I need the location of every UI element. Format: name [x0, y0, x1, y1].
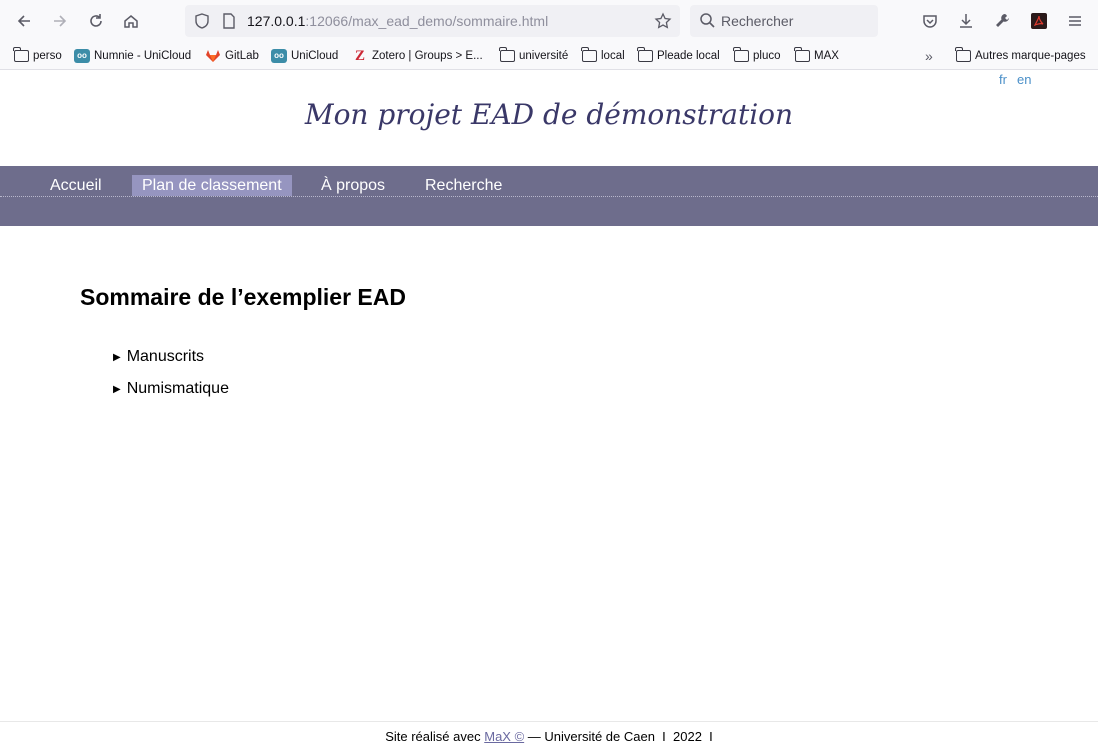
home-icon[interactable]	[119, 9, 143, 33]
forward-icon[interactable]	[48, 9, 72, 33]
chevron-double-right-icon[interactable]: »	[925, 48, 933, 64]
bookmark-pleade-local[interactable]: Pleade local	[637, 47, 720, 65]
footer: Site réalisé avec MaX © — Université de …	[0, 721, 1098, 752]
folder-icon	[794, 47, 810, 63]
bookmark-label: Zotero | Groups > E...	[372, 50, 483, 62]
search-placeholder: Rechercher	[721, 13, 794, 29]
bookmark-label: UniCloud	[291, 50, 339, 62]
page-icon[interactable]	[221, 12, 237, 30]
url-text[interactable]: 127.0.0.1:12066/max_ead_demo/sommaire.ht…	[247, 13, 548, 29]
nextcloud-icon: oo	[74, 49, 90, 63]
nav-item-recherche[interactable]: Recherche	[415, 175, 512, 196]
page-title: Sommaire de l’exemplier EAD	[80, 284, 406, 310]
folder-icon	[581, 47, 597, 63]
pocket-icon[interactable]	[918, 9, 942, 33]
footer-max-link[interactable]: MaX ©	[484, 729, 524, 744]
bookmark-pluco[interactable]: pluco	[733, 47, 781, 65]
folder-icon	[499, 47, 515, 63]
bookmark-universite[interactable]: université	[499, 47, 568, 65]
bookmark-numnie-unicloud[interactable]: oo Numnie - UniCloud	[74, 47, 191, 65]
nav-item-a-propos[interactable]: À propos	[311, 175, 395, 196]
bookmarks-bar: perso oo Numnie - UniCloud GitLab oo UniCl…	[0, 42, 1098, 70]
zotero-icon: Z	[354, 47, 365, 64]
bookmark-label: local	[601, 50, 625, 62]
tree-item-manuscrits[interactable]: ▶ Manuscrits	[113, 348, 204, 366]
url-bar[interactable]: 127.0.0.1:12066/max_ead_demo/sommaire.ht…	[185, 5, 680, 37]
browser-toolbar: 127.0.0.1:12066/max_ead_demo/sommaire.ht…	[0, 0, 1098, 42]
back-icon[interactable]	[12, 9, 36, 33]
footer-suffix: — Université de Caen I 2022 I	[527, 729, 713, 744]
pdf-icon[interactable]	[1027, 9, 1051, 33]
tree-item-numismatique[interactable]: ▶ Numismatique	[113, 380, 229, 398]
bookmark-unicloud[interactable]: oo UniCloud	[271, 47, 338, 65]
download-icon[interactable]	[954, 9, 978, 33]
folder-icon	[13, 47, 29, 63]
tree-item-label: Manuscrits	[126, 348, 205, 365]
nextcloud-icon: oo	[271, 49, 287, 63]
gitlab-icon	[205, 49, 221, 63]
url-host: 127.0.0.1	[247, 13, 306, 29]
footer-prefix: Site réalisé avec	[385, 729, 481, 744]
bookmark-label: perso	[33, 50, 62, 62]
bookmark-label: Autres marque-pages	[975, 50, 1086, 62]
triangle-right-icon[interactable]: ▶	[113, 384, 121, 395]
bookmark-label: Numnie - UniCloud	[94, 50, 192, 62]
folder-icon	[955, 47, 971, 63]
shield-icon[interactable]	[193, 12, 211, 30]
bookmark-label: Pleade local	[657, 50, 720, 62]
bookmark-perso[interactable]: perso	[13, 47, 62, 65]
triangle-right-icon[interactable]: ▶	[113, 352, 121, 363]
url-path: :12066/max_ead_demo/sommaire.html	[305, 13, 549, 29]
folder-icon	[733, 47, 749, 63]
site-title: Mon projet EAD de démonstration	[304, 98, 794, 131]
nav-item-accueil[interactable]: Accueil	[40, 175, 112, 196]
wrench-icon[interactable]	[990, 9, 1014, 33]
bookmark-label: MAX	[814, 50, 839, 62]
nav-divider	[0, 196, 1098, 197]
search-bar[interactable]: Rechercher	[690, 5, 878, 37]
lang-fr-link[interactable]: fr	[999, 72, 1007, 87]
menu-icon[interactable]	[1063, 9, 1087, 33]
bookmark-label: GitLab	[225, 50, 259, 62]
reload-icon[interactable]	[84, 9, 108, 33]
bookmark-zotero[interactable]: Z Zotero | Groups > E...	[352, 47, 483, 65]
lang-en-link[interactable]: en	[1017, 72, 1031, 87]
tree-item-label: Numismatique	[126, 380, 229, 397]
bookmark-gitlab[interactable]: GitLab	[205, 47, 259, 65]
star-icon[interactable]	[654, 12, 672, 30]
bookmark-max[interactable]: MAX	[794, 47, 839, 65]
nav-item-plan-de-classement[interactable]: Plan de classement	[132, 175, 292, 196]
bookmark-label: université	[519, 50, 569, 62]
folder-icon	[637, 47, 653, 63]
search-icon	[700, 13, 715, 28]
bookmark-autres-marque-pages[interactable]: Autres marque-pages	[955, 47, 1086, 65]
bookmark-local[interactable]: local	[581, 47, 625, 65]
bookmark-label: pluco	[753, 50, 781, 62]
